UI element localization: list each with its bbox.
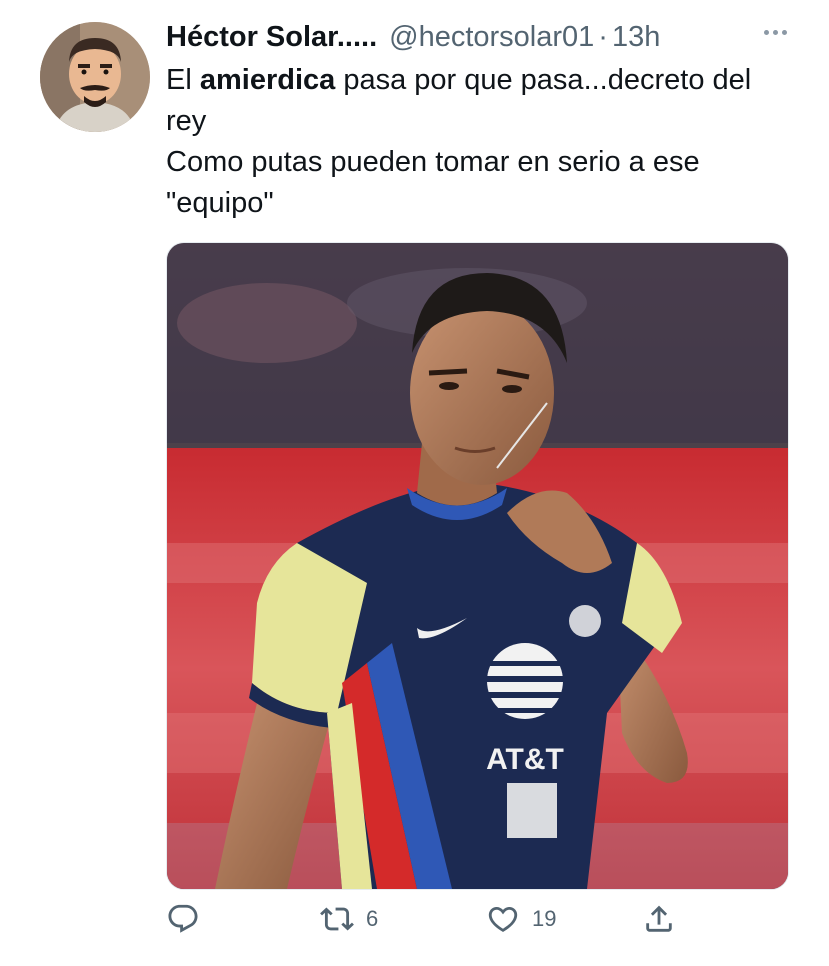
retweet-button[interactable]: 6 (320, 902, 378, 936)
tweet-header: Héctor Solar..... @hectorsolar01 · 13h (166, 18, 799, 56)
author-handle[interactable]: @hectorsolar01 (389, 18, 594, 56)
tweet-timestamp[interactable]: 13h (612, 18, 660, 56)
more-options-icon[interactable] (764, 30, 787, 35)
reply-icon (166, 902, 200, 936)
author-display-name[interactable]: Héctor Solar..... (166, 18, 377, 56)
author-avatar[interactable] (40, 22, 150, 132)
bold-word: amierdica (199, 64, 336, 96)
like-button[interactable]: 19 (486, 902, 556, 936)
tweet-actions-bar: 6 19 (166, 902, 686, 952)
more-dot (764, 30, 769, 35)
tweet-photo[interactable]: AT&T (166, 242, 789, 890)
tweet-text: El amierdica pasa por que pasa...decreto… (166, 60, 786, 224)
more-dot (773, 30, 778, 35)
tweet-text-line-2: Como putas pueden tomar en serio a ese "… (166, 146, 700, 219)
reply-button[interactable] (166, 902, 212, 936)
tweet-text-line-1: El amierdica pasa por que pasa...decreto… (166, 60, 786, 142)
photo-football-player: AT&T (167, 243, 788, 889)
header-separator: · (598, 21, 608, 53)
heart-icon (486, 902, 520, 936)
share-button[interactable] (642, 902, 688, 936)
text-prefix: El (166, 64, 200, 96)
retweet-icon (320, 902, 354, 936)
avatar-cartoon-face (40, 22, 150, 132)
more-dot (782, 30, 787, 35)
jersey-sponsor-text: AT&T (486, 743, 564, 776)
share-icon (642, 902, 676, 936)
like-count: 19 (532, 906, 557, 931)
retweet-count: 6 (366, 906, 379, 931)
